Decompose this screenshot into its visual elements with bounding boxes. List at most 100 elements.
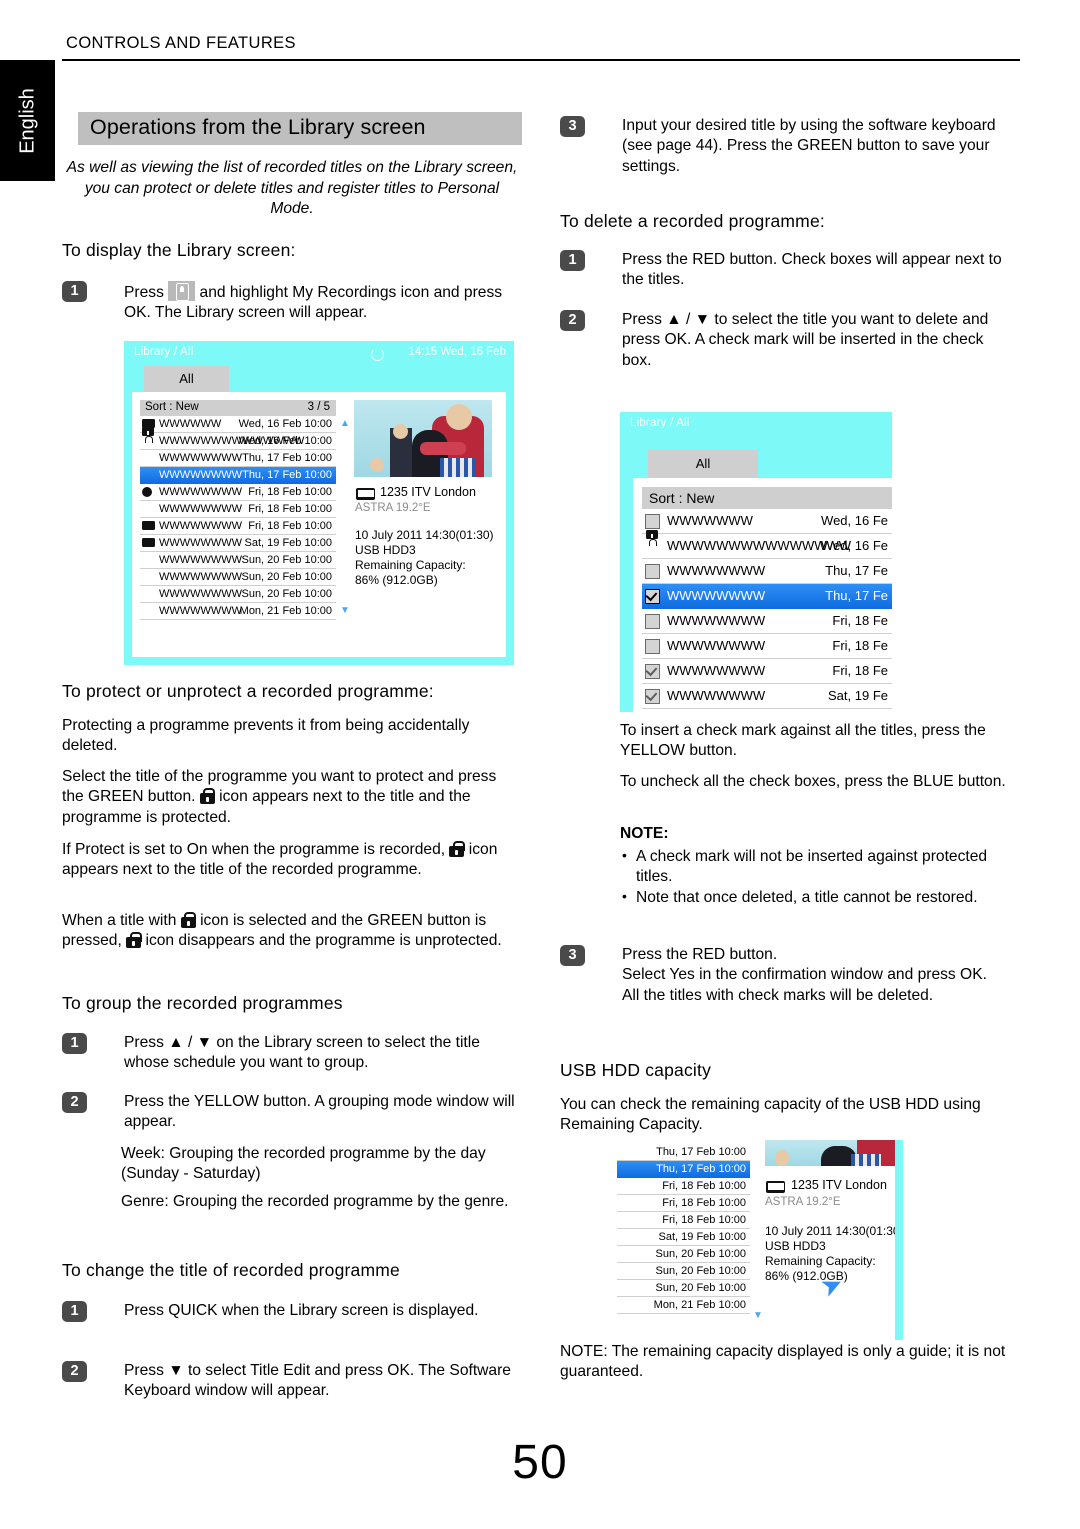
tv-delete-row[interactable]: WWWWWWWW Thu, 17 Fe <box>642 584 892 609</box>
tv-capacity-meta-device: USB HDD3 <box>765 1239 826 1253</box>
checkbox-checked[interactable] <box>645 689 660 704</box>
tv-library-row[interactable]: WWWWWWWW Sun, 20 Feb 10:00 <box>140 586 336 603</box>
checkbox-unchecked[interactable] <box>645 614 660 629</box>
checkbox-checked[interactable] <box>645 589 660 604</box>
step-text: Press ▲ / ▼ to select the title you want… <box>622 311 989 369</box>
checkbox-unchecked[interactable] <box>645 514 660 529</box>
tv-library-row[interactable]: WWWWWW Wed, 16 Feb 10:00 <box>140 416 336 433</box>
channel-icon <box>356 488 375 500</box>
checkbox-unchecked[interactable] <box>645 639 660 654</box>
tv-library-row[interactable]: WWWWWWWW Sat, 19 Feb 10:00 <box>140 535 336 552</box>
tv-capacity-row[interactable]: Thu, 17 Feb 10:00 <box>617 1144 750 1161</box>
step-text: Press and highlight My Recordings icon a… <box>124 281 521 324</box>
tv-delete-list: Sort : New WWWWWWW Wed, 16 Fe WWWWWWWWWWWW… <box>642 487 892 709</box>
tv-library-sort-label: Sort : New <box>145 401 199 413</box>
tv-library-row[interactable]: WWWWWWWW Mon, 21 Feb 10:00 <box>140 603 336 620</box>
tv-library-row[interactable]: WWWWWWWW Thu, 17 Feb 10:00 <box>140 467 336 484</box>
tv-library-row-date: Wed, 16 Feb 10:00 <box>238 418 332 430</box>
usb-capacity-note: NOTE: The remaining capacity displayed i… <box>560 1343 1006 1381</box>
section-intro: As well as viewing the list of recorded … <box>66 159 518 218</box>
heading-delete-programme: To delete a recorded programme: <box>560 211 825 231</box>
tv-capacity-rows: Thu, 17 Feb 10:00 Thu, 17 Feb 10:00 Fri, 1… <box>617 1144 750 1314</box>
tv-delete-row[interactable]: WWWWWWWW Fri, 18 Fe <box>642 609 892 634</box>
step-number-badge: 1 <box>560 250 585 271</box>
protect-paragraph-4: When a title with icon is selected and t… <box>62 911 527 952</box>
tv-delete-row[interactable]: WWWWWWWWWWWWWWW Wed, 16 Fe <box>642 530 892 559</box>
tv-capacity-row-date: Sun, 20 Feb 10:00 <box>655 1248 746 1260</box>
group-genre-text: Genre: Grouping the recorded programme b… <box>121 1193 509 1210</box>
tv-capacity-row[interactable]: Mon, 21 Feb 10:00 <box>617 1297 750 1314</box>
tv-delete-row[interactable]: WWWWWWWW Fri, 18 Fe <box>642 659 892 684</box>
tv-capacity-row[interactable]: Sun, 20 Feb 10:00 <box>617 1280 750 1297</box>
tv-library-row[interactable]: WWWWWWWW Sun, 20 Feb 10:00 <box>140 552 336 569</box>
tv-capacity-row[interactable]: Sat, 19 Feb 10:00 <box>617 1229 750 1246</box>
tv-library-row[interactable]: WWWWWWWW Thu, 17 Feb 10:00 <box>140 450 336 467</box>
step-number-badge: 1 <box>62 1301 87 1322</box>
protect-paragraph-2: Select the title of the programme you wa… <box>62 767 522 828</box>
tv-delete-rows: WWWWWWW Wed, 16 Fe WWWWWWWWWWWWWWW Wed, 16 … <box>642 509 892 709</box>
tv-capacity-row[interactable]: Sun, 20 Feb 10:00 <box>617 1263 750 1280</box>
step-display-library-1: 1 Press and highlight My Recordings icon… <box>62 281 522 324</box>
tv-capacity-row[interactable]: Fri, 18 Feb 10:00 <box>617 1178 750 1195</box>
lock-icon <box>199 788 216 805</box>
step-number-badge: 1 <box>62 1033 87 1054</box>
tv-library-row-title: WWWWWWWW <box>159 588 243 600</box>
tv-delete-row[interactable]: WWWWWWWW Fri, 18 Fe <box>642 634 892 659</box>
tv-library-row[interactable]: WWWWWWWW Fri, 18 Feb 10:00 <box>140 518 336 535</box>
tv-library-row[interactable]: WWWWWWWW Fri, 18 Feb 10:00 <box>140 484 336 501</box>
step-change-title-2: 2 Press ▼ to select Title Edit and press… <box>62 1361 522 1402</box>
tv-library-row-title: WWWWWWWW <box>159 537 243 549</box>
step-delete-3-line1: Press the RED button. <box>622 946 778 963</box>
recording-tv-icon <box>142 521 155 530</box>
protect-p4-b: icon is selected and the GREEN <box>195 912 428 929</box>
step-input-title-3: 3 Input your desired title by using the … <box>560 116 1025 177</box>
tv-delete-row-date: Fri, 18 Fe <box>832 638 888 653</box>
tv-delete-row[interactable]: WWWWWWWW Thu, 17 Fe <box>642 559 892 584</box>
tv-library-row-date: Fri, 18 Feb 10:00 <box>248 520 332 532</box>
remote-home-button-icon <box>168 281 196 301</box>
tv-delete-row[interactable]: WWWWWWWW Sat, 19 Fe <box>642 684 892 709</box>
heading-change-title: To change the title of recorded programm… <box>62 1260 400 1280</box>
tv-capacity-row[interactable]: Thu, 17 Feb 10:00 <box>617 1161 750 1178</box>
tv-capacity-meta-datetime: 10 July 2011 14:30(01:30) <box>765 1224 904 1238</box>
scroll-up-arrow-icon[interactable]: ▲ <box>340 418 350 429</box>
tv-capacity-meta: 10 July 2011 14:30(01:30) USB HDD3 Remai… <box>765 1224 915 1284</box>
tv-delete-tab-all[interactable]: All <box>648 450 758 478</box>
tv-capacity-row[interactable]: Sun, 20 Feb 10:00 <box>617 1246 750 1263</box>
thumbnail-face-left <box>775 1150 789 1166</box>
tv-library-meta-capacity-label: Remaining Capacity: <box>355 558 466 572</box>
tv-library-tab-all[interactable]: All <box>144 366 229 392</box>
tv-delete-row[interactable]: WWWWWWW Wed, 16 Fe <box>642 509 892 534</box>
tv-delete-sortbar[interactable]: Sort : New <box>642 487 892 509</box>
tv-library-row-title: WWWWWWWW <box>159 503 243 515</box>
tv-library-row-title: WWWWWWWW <box>159 486 243 498</box>
step-change-title-1: 1 Press QUICK when the Library screen is… <box>62 1301 522 1322</box>
checkbox-unchecked[interactable] <box>645 564 660 579</box>
tv-library-tab-all-label: All <box>179 371 194 386</box>
tv-capacity-row-date: Fri, 18 Feb 10:00 <box>662 1197 746 1209</box>
tv-capacity-row-date: Fri, 18 Feb 10:00 <box>662 1214 746 1226</box>
tv-capacity-row[interactable]: Fri, 18 Feb 10:00 <box>617 1195 750 1212</box>
tv-library-meta-device: USB HDD3 <box>355 543 416 557</box>
tv-library-list: Sort : New 3 / 5 WWWWWW Wed, 16 Feb 10:00… <box>140 400 336 620</box>
scroll-down-arrow-icon[interactable]: ▼ <box>753 1310 763 1321</box>
thumbnail-stripes <box>440 458 476 477</box>
tv-library-row[interactable]: WWWWWWWW Fri, 18 Feb 10:00 <box>140 501 336 518</box>
tv-screen-library: Library / All 14:15 Wed, 16 Feb All Sort… <box>124 341 514 665</box>
tv-library-row[interactable]: WWWWWWWWWWWWWW Wed, 16 Feb 10:00 <box>140 427 336 450</box>
tv-library-row[interactable]: WWWWWWWW Sun, 20 Feb 10:00 <box>140 569 336 586</box>
usb-capacity-paragraph: You can check the remaining capacity of … <box>560 1096 981 1134</box>
section-banner-title: Operations from the Library screen <box>90 115 426 139</box>
language-side-tab: English <box>0 60 55 181</box>
note-item: A check mark will not be inserted agains… <box>620 846 1015 888</box>
step-delete-3-line2: Select Yes in the confirmation window an… <box>622 966 987 984</box>
tv-capacity-right-edge <box>895 1140 903 1340</box>
tv-delete-row-title: WWWWWWWW <box>667 563 766 578</box>
scroll-down-arrow-icon[interactable]: ▼ <box>340 605 350 616</box>
thumbnail-face-small <box>370 458 384 472</box>
checkbox-checked[interactable] <box>645 664 660 679</box>
tv-library-sortbar[interactable]: Sort : New 3 / 5 <box>140 400 336 416</box>
tv-library-row-date: Sat, 19 Feb 10:00 <box>244 537 332 549</box>
tv-capacity-row[interactable]: Fri, 18 Feb 10:00 <box>617 1212 750 1229</box>
tv-library-row-title: WWWWWW <box>159 418 222 430</box>
